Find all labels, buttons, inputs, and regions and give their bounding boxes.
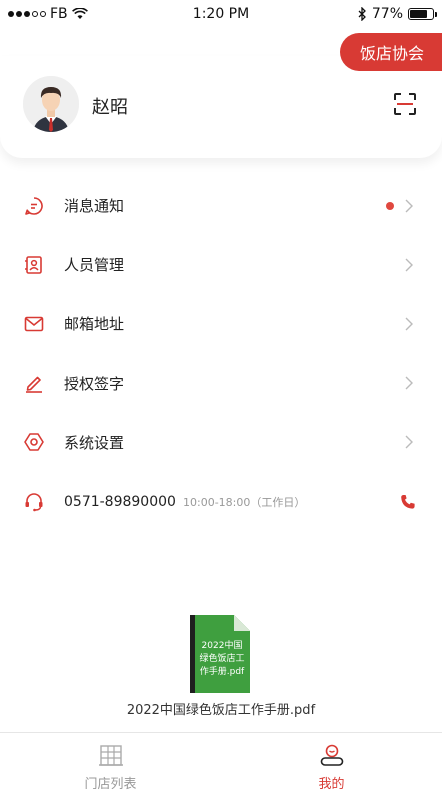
- menu-item-hotline[interactable]: 0571-89890000 10:00-18:00（工作日）: [0, 472, 442, 531]
- profile-card: 赵昭: [0, 56, 442, 158]
- bluetooth-icon: [358, 7, 366, 21]
- headset-icon: [24, 492, 44, 512]
- menu-label-mailbox: 邮箱地址: [64, 315, 125, 334]
- chevron-right-icon: [405, 435, 413, 449]
- tab-bar: 门店列表 我的: [0, 732, 442, 792]
- menu-label-signature: 授权签字: [64, 374, 125, 393]
- signal-strength-icon: [8, 11, 46, 17]
- chevron-right-icon: [405, 258, 413, 272]
- pdf-document-icon[interactable]: 2022中国 绿色饭店工 作手册.pdf: [190, 615, 250, 693]
- status-bar: FB 1:20 PM 77%: [0, 0, 442, 28]
- settings-icon: [24, 432, 44, 452]
- phone-call-icon[interactable]: [400, 494, 416, 510]
- pen-icon: [24, 373, 44, 393]
- wifi-icon: [71, 8, 88, 19]
- building-icon: [98, 745, 123, 766]
- avatar-person-icon: [23, 76, 79, 132]
- pdf-thumb-line3: 作手册.pdf: [200, 665, 245, 677]
- chevron-right-icon: [405, 376, 413, 390]
- battery-icon: [408, 8, 437, 20]
- association-button[interactable]: 饭店协会: [339, 33, 442, 71]
- tab-mine[interactable]: 我的: [221, 733, 442, 792]
- pdf-filename[interactable]: 2022中国绿色饭店工作手册.pdf: [0, 699, 442, 718]
- message-icon: [24, 196, 44, 216]
- menu-item-staff[interactable]: 人员管理: [0, 235, 442, 294]
- hotline-number[interactable]: 0571-89890000: [64, 494, 176, 510]
- user-name: 赵昭: [92, 97, 128, 118]
- chevron-right-icon: [405, 199, 413, 213]
- hotline-hours: 10:00-18:00（工作日）: [183, 495, 306, 509]
- contact-card-icon: [24, 255, 44, 275]
- menu-item-signature[interactable]: 授权签字: [0, 354, 442, 413]
- tab-label-store-list: 门店列表: [84, 777, 137, 792]
- menu-label-staff: 人员管理: [64, 256, 125, 275]
- pdf-thumb-line2: 绿色饭店工: [199, 652, 244, 664]
- menu-label-settings: 系统设置: [64, 433, 125, 452]
- menu-label-notifications: 消息通知: [64, 197, 125, 216]
- avatar[interactable]: [23, 76, 79, 132]
- menu-item-mailbox[interactable]: 邮箱地址: [0, 294, 442, 353]
- mail-icon: [24, 314, 44, 334]
- tab-label-mine: 我的: [318, 777, 345, 792]
- menu-item-settings[interactable]: 系统设置: [0, 413, 442, 472]
- battery-percent: 77%: [371, 6, 403, 22]
- status-left: FB: [8, 6, 88, 22]
- carrier-name: FB: [50, 6, 68, 22]
- profile-icon: [320, 744, 343, 766]
- chevron-right-icon: [405, 317, 413, 331]
- tab-store-list[interactable]: 门店列表: [0, 733, 221, 792]
- settings-menu: 消息通知 人员管理 邮箱地址 授权签字 系统设置 0571-89890000 1…: [0, 176, 442, 531]
- unread-dot: [386, 201, 394, 210]
- pdf-thumb-line1: 2022中国: [202, 639, 243, 651]
- status-right: 77%: [358, 6, 437, 22]
- scan-icon[interactable]: [394, 93, 416, 115]
- menu-item-notifications[interactable]: 消息通知: [0, 176, 442, 235]
- battery-fill: [410, 10, 427, 18]
